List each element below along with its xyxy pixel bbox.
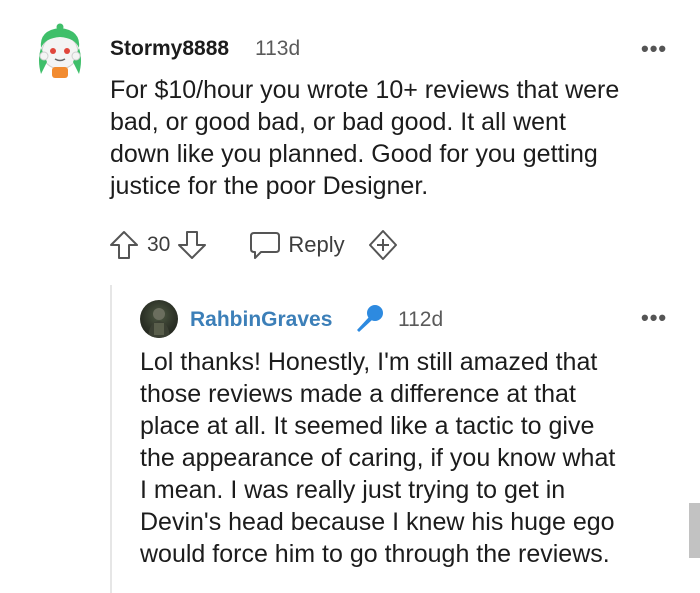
reply-menu-button[interactable]: ••• [641,305,667,331]
downvote-icon[interactable] [176,229,208,261]
scrollbar-thumb[interactable] [689,503,700,558]
reply-username[interactable]: RahbinGraves [190,308,332,332]
reply-label: Reply [288,232,345,257]
user-avatar-stormy[interactable] [35,22,85,80]
reply-body: Lol thanks! Honestly, I'm still amazed t… [140,348,616,568]
user-avatar-rahbin[interactable] [140,300,178,338]
thread-line[interactable] [110,285,112,593]
award-add-icon[interactable] [367,229,399,261]
comment-bubble-icon [248,230,282,260]
comment-menu-button[interactable]: ••• [641,36,667,62]
reply-button[interactable]: Reply [248,230,345,260]
microphone-icon [352,302,386,341]
comment-actions: 30 Reply [108,229,399,261]
reply-age: 112d [398,308,444,331]
comment-username[interactable]: Stormy8888 [110,37,229,61]
comment-body: For $10/hour you wrote 10+ reviews that … [110,76,620,200]
comment-age: 113d [255,37,301,60]
vote-count: 30 [147,233,171,256]
upvote-icon[interactable] [108,229,140,261]
